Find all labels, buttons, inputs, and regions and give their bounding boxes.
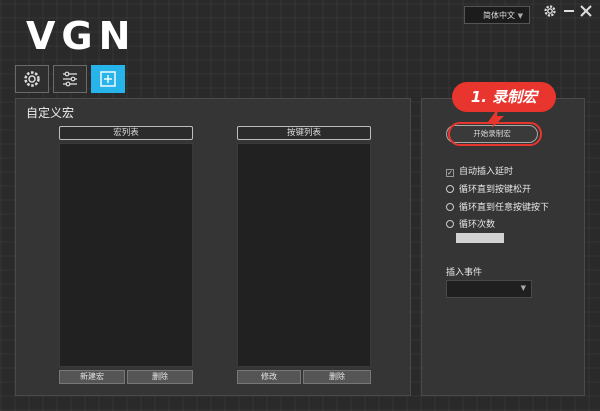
new-macro-button[interactable]: 新建宏	[59, 370, 125, 384]
tab-adjust[interactable]	[53, 65, 87, 93]
minimize-icon[interactable]	[561, 4, 577, 22]
checkbox-checked-icon: ✓	[446, 169, 454, 177]
chevron-down-icon: ▼	[520, 284, 526, 292]
panel-title: 自定义宏	[26, 106, 75, 120]
radio-icon	[446, 220, 454, 228]
loop-count-radio[interactable]: 循环次数	[446, 219, 495, 231]
sliders-icon	[63, 71, 77, 87]
insert-event-select[interactable]: ▼	[446, 280, 532, 298]
modify-key-button[interactable]: 修改	[237, 370, 301, 384]
app-logo: VGN	[26, 14, 137, 58]
loop-until-release-radio[interactable]: 循环直到按键松开	[446, 184, 531, 196]
loop-until-any-key-label: 循环直到任意按键按下	[459, 203, 550, 213]
language-select[interactable]: 简体中文 ▼	[464, 6, 530, 24]
annotation-callout: 1. 录制宏	[452, 82, 556, 112]
radio-icon	[446, 185, 454, 193]
key-list[interactable]	[237, 143, 371, 367]
plus-box-icon	[100, 71, 116, 87]
auto-delay-label: 自动插入延时	[459, 167, 514, 177]
loop-until-release-label: 循环直到按键松开	[459, 185, 532, 195]
loop-until-any-key-radio[interactable]: 循环直到任意按键按下	[446, 202, 549, 214]
insert-event-label: 插入事件	[446, 268, 483, 278]
macro-list[interactable]	[59, 143, 193, 367]
close-icon[interactable]	[578, 4, 594, 22]
tab-settings[interactable]	[15, 65, 49, 93]
language-select-value: 简体中文	[483, 11, 515, 20]
key-list-header: 按键列表	[237, 126, 371, 140]
loop-count-label: 循环次数	[459, 220, 496, 230]
auto-delay-checkbox[interactable]: ✓ 自动插入延时	[446, 166, 513, 178]
delete-macro-button[interactable]: 删除	[127, 370, 193, 384]
radio-icon	[446, 203, 454, 211]
gear-icon[interactable]	[542, 4, 558, 22]
loop-count-input[interactable]	[456, 233, 504, 243]
macro-list-header: 宏列表	[59, 126, 193, 140]
gear-icon	[24, 71, 40, 87]
chevron-down-icon: ▼	[517, 12, 523, 20]
delete-key-button[interactable]: 删除	[303, 370, 371, 384]
tab-macro[interactable]	[91, 65, 125, 93]
